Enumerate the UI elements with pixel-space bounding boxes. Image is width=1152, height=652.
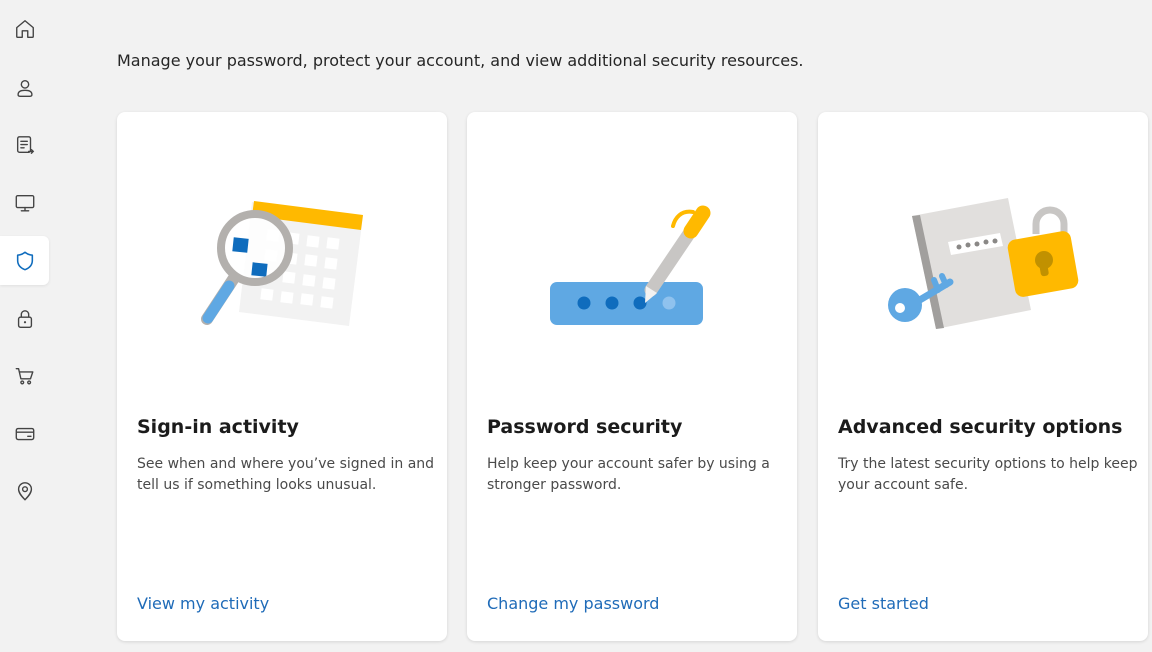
document-icon [16,135,34,154]
password-pen-illustration [550,205,711,325]
card-title: Password security [487,416,683,438]
get-started-link[interactable]: Get started [838,594,929,613]
sidebar-item-home[interactable] [0,4,49,53]
person-icon [16,79,33,97]
card-title: Sign-in activity [137,416,299,438]
sidebar-item-password[interactable] [0,294,49,343]
cart-icon [15,367,33,384]
card-advanced-security-options: Advanced security options Try the latest… [818,112,1148,641]
change-my-password-link[interactable]: Change my password [487,594,659,613]
sidebar-item-security[interactable] [0,236,49,285]
credit-card-icon [15,427,34,440]
shield-icon [16,251,33,270]
card-title: Advanced security options [838,416,1123,438]
card-description: Help keep your account safer by using a … [487,456,770,493]
sidebar-item-privacy[interactable] [0,120,49,169]
card-description: Try the latest security options to help … [838,456,1138,493]
sidebar-item-payment[interactable] [0,409,49,458]
card-sign-in-activity: Sign-in activity See when and where you’… [117,112,447,641]
sidebar-item-location[interactable] [0,466,49,515]
location-pin-icon [17,481,32,501]
sidebar-item-devices[interactable] [0,178,49,227]
sidebar-nav [0,0,50,652]
view-my-activity-link[interactable]: View my activity [137,594,269,613]
card-description: See when and where you’ve signed in and … [137,456,435,493]
sidebar-item-shopping[interactable] [0,351,49,400]
card-password-security: Password security Help keep your account… [467,112,797,641]
home-icon [15,19,34,38]
lock-icon [17,309,32,328]
sidebar-item-profile[interactable] [0,63,49,112]
monitor-icon [15,194,34,211]
key-lock-illustration [888,198,1079,329]
magnifier-calendar-illustration [201,201,363,326]
page-intro-text: Manage your password, protect your accou… [117,51,804,70]
